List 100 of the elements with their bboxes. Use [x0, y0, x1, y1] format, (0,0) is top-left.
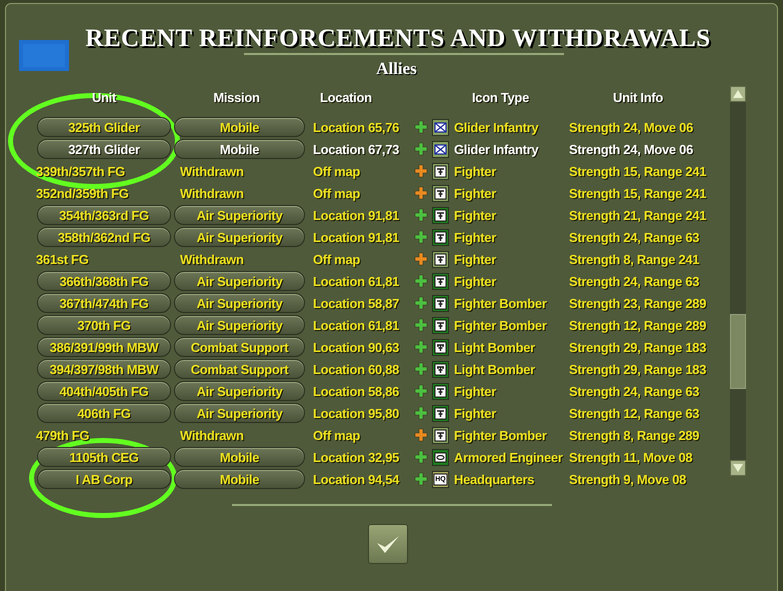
icon-type-text: Fighter Bomber: [453, 318, 548, 332]
column-header: Unit Info: [612, 90, 664, 105]
unit-info-text: Strength 15, Range 241: [569, 186, 708, 200]
mission-button[interactable]: Air Superiority: [174, 403, 305, 423]
column-header: Location: [319, 90, 373, 105]
icon-type-text: Fighter: [453, 252, 498, 266]
icon-type-text: Fighter: [453, 384, 498, 398]
mission-button[interactable]: Air Superiority: [174, 227, 305, 247]
column-header: Icon Type: [470, 90, 530, 105]
location-text: Location 60,88: [312, 362, 400, 376]
unit-info-text: Strength 24, Range 63: [569, 274, 700, 288]
icon-type-text: Fighter: [453, 230, 498, 244]
unit-info-text: Strength 8, Range 241: [569, 252, 700, 266]
icon-type-text: Headquarters: [453, 472, 536, 486]
mission-status: Withdrawn: [179, 186, 245, 200]
unit-button[interactable]: 370th FG: [37, 315, 171, 335]
mission-button[interactable]: Combat Support: [174, 337, 305, 357]
icon-type-text: Glider Infantry: [453, 120, 540, 134]
unit-info-text: Strength 8, Range 289: [569, 428, 700, 442]
icon-type-text: Fighter: [453, 406, 498, 420]
unit-button[interactable]: I AB Corp: [37, 469, 171, 489]
mission-button[interactable]: Air Superiority: [174, 205, 305, 225]
mission-button[interactable]: Mobile: [174, 469, 305, 489]
scrollbar[interactable]: [730, 86, 746, 476]
unit-info-text: Strength 12, Range 289: [569, 318, 708, 332]
unit-button[interactable]: 367th/474th FG: [37, 293, 171, 313]
unit-button[interactable]: 386/391/99th MBW: [37, 337, 171, 357]
location-text: Location 91,81: [312, 208, 400, 222]
unit-info-text: Strength 24, Range 63: [569, 230, 700, 244]
location-text: Location 95,80: [312, 406, 400, 420]
mission-button[interactable]: Mobile: [174, 117, 305, 137]
unit-name: 352nd/359th FG: [36, 186, 130, 200]
mission-button[interactable]: Air Superiority: [174, 315, 305, 335]
icon-type-text: Fighter Bomber: [453, 428, 548, 442]
location-text: Off map: [312, 164, 362, 178]
unit-info-text: Strength 23, Range 289: [569, 296, 708, 310]
location-text: Off map: [312, 428, 362, 442]
unit-info-text: Strength 15, Range 241: [569, 164, 708, 178]
location-text: Location 90,63: [312, 340, 400, 354]
up-arrow-icon: [733, 90, 743, 98]
mission-status: Withdrawn: [179, 252, 245, 266]
icon-type-text: Light Bomber: [453, 362, 536, 376]
location-text: Location 91,81: [312, 230, 400, 244]
column-header: Mission: [212, 90, 261, 105]
scroll-up-button[interactable]: [730, 86, 746, 102]
unit-name: 339th/357th FG: [36, 164, 126, 178]
location-text: Location 94,54: [312, 472, 400, 486]
mission-status: Withdrawn: [179, 164, 245, 178]
unit-button[interactable]: 358th/362nd FG: [37, 227, 171, 247]
icon-type-text: Light Bomber: [453, 340, 536, 354]
icon-type-text: Armored Engineer: [453, 450, 564, 464]
unit-info-text: Strength 29, Range 183: [569, 362, 708, 376]
side-title: Allies: [375, 59, 418, 79]
flag-icon: [19, 40, 69, 70]
location-text: Location 61,81: [312, 274, 400, 288]
checkmark-icon: [376, 534, 400, 554]
unit-button[interactable]: 406th FG: [37, 403, 171, 423]
unit-button[interactable]: 366th/368th FG: [37, 271, 171, 291]
unit-info-text: Strength 11, Move 08: [569, 450, 694, 464]
icon-type-text: Fighter: [453, 186, 498, 200]
icon-type-text: Fighter: [453, 164, 498, 178]
unit-button[interactable]: 394/397/98th MBW: [37, 359, 171, 379]
location-text: Location 65,76: [312, 120, 400, 134]
icon-type-text: Glider Infantry: [453, 142, 540, 156]
dialog-title: RECENT REINFORCEMENTS AND WITHDRAWALS: [84, 24, 712, 53]
unit-name: 479th FG: [36, 428, 90, 442]
mission-button[interactable]: Air Superiority: [174, 381, 305, 401]
scroll-thumb[interactable]: [730, 314, 746, 389]
location-text: Location 32,95: [312, 450, 400, 464]
mission-button[interactable]: Air Superiority: [174, 271, 305, 291]
location-text: Off map: [312, 252, 362, 266]
unit-info-text: Strength 24, Range 63: [569, 384, 700, 398]
mission-status: Withdrawn: [179, 428, 245, 442]
mission-button[interactable]: Mobile: [174, 447, 305, 467]
unit-info-text: Strength 29, Range 183: [569, 340, 708, 354]
location-text: Location 61,81: [312, 318, 400, 332]
down-arrow-icon: [733, 464, 743, 472]
unit-info-text: Strength 24, Move 06: [569, 142, 694, 156]
mission-button[interactable]: Combat Support: [174, 359, 305, 379]
unit-button[interactable]: 404th/405th FG: [37, 381, 171, 401]
unit-info-text: Strength 12, Range 63: [569, 406, 700, 420]
unit-info-text: Strength 9, Move 08: [569, 472, 688, 486]
unit-button[interactable]: 325th Glider: [37, 117, 171, 137]
icon-type-text: Fighter Bomber: [453, 296, 548, 310]
unit-name: 361st FG: [36, 252, 90, 266]
icon-type-text: Fighter: [453, 274, 498, 288]
icon-type-text: Fighter: [453, 208, 498, 222]
location-text: Location 58,87: [312, 296, 400, 310]
mission-button[interactable]: Mobile: [174, 139, 305, 159]
location-text: Location 58,86: [312, 384, 400, 398]
unit-button[interactable]: 354th/363rd FG: [37, 205, 171, 225]
mission-button[interactable]: Air Superiority: [174, 293, 305, 313]
unit-button[interactable]: 1105th CEG: [37, 447, 171, 467]
location-text: Location 67,73: [312, 142, 400, 156]
confirm-button[interactable]: [368, 524, 408, 564]
scroll-down-button[interactable]: [730, 460, 746, 476]
unit-info-text: Strength 24, Move 06: [569, 120, 694, 134]
unit-button[interactable]: 327th Glider: [37, 139, 171, 159]
location-text: Off map: [312, 186, 362, 200]
unit-info-text: Strength 21, Range 241: [569, 208, 708, 222]
